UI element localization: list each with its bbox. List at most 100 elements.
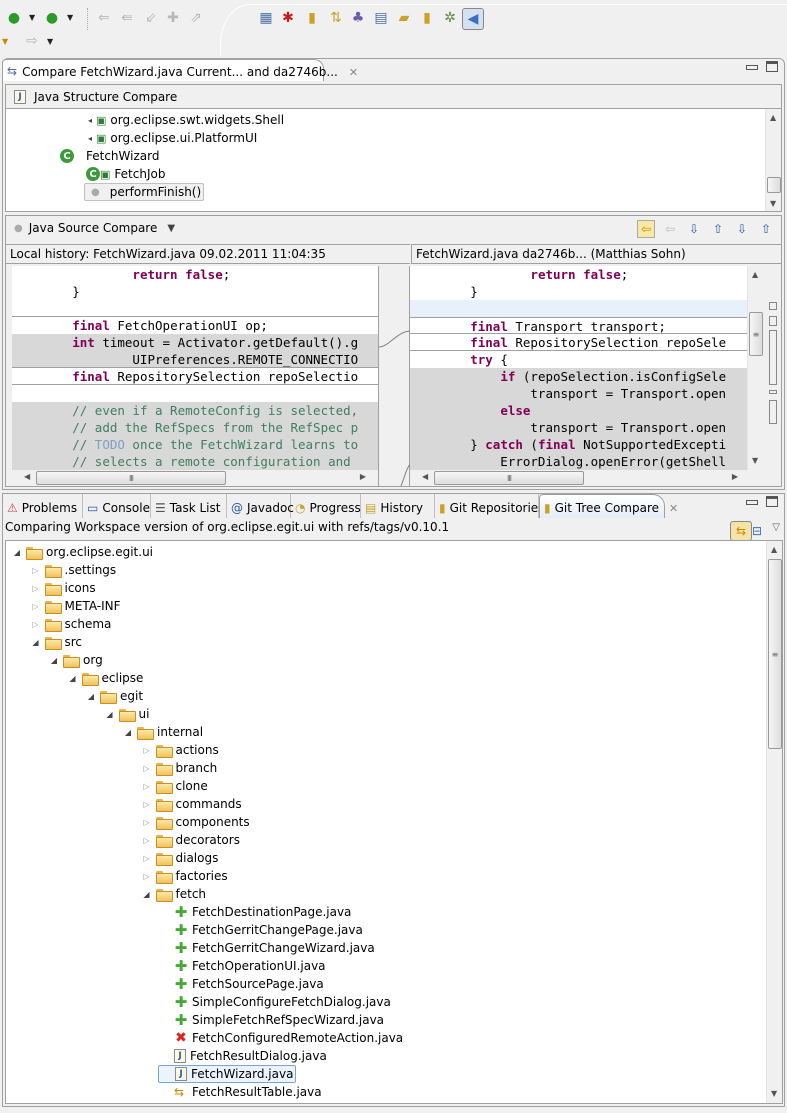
tree-item[interactable]: ◢ egit <box>86 687 143 705</box>
maximize-button[interactable] <box>766 496 778 507</box>
scroll-left-arrow[interactable]: ◀ <box>24 472 30 481</box>
tree-item[interactable]: ✚ SimpleConfigureFetchDialog.java <box>160 993 391 1011</box>
tree-item[interactable]: J FetchResultDialog.java <box>160 1047 327 1065</box>
perspective-resource[interactable]: ▤ <box>371 8 391 28</box>
chevron-down-icon[interactable]: ▼ <box>167 223 175 234</box>
minimize-button[interactable] <box>746 65 758 70</box>
tree-item[interactable]: ▷ decorators <box>142 831 240 849</box>
next-difference-button[interactable]: ⇩ <box>685 220 703 238</box>
editor-tab[interactable]: ⇆ Compare FetchWizard.java Current... an… <box>2 59 358 81</box>
run-dropdown[interactable]: ▼ <box>29 13 37 22</box>
scroll-right-arrow[interactable]: ▶ <box>360 472 366 481</box>
tree-item[interactable]: ▷ META-INF <box>31 597 121 615</box>
collapsed-twisty-icon[interactable]: ▷ <box>142 746 152 755</box>
tab-javadoc[interactable]: @ Javadoc <box>227 494 294 518</box>
tree-item[interactable]: ▷ icons <box>31 579 96 597</box>
prev-change-button[interactable]: ⇧ <box>757 220 775 238</box>
perspective-debug[interactable]: ✱ <box>278 8 298 28</box>
collapsed-twisty-icon[interactable]: ▷ <box>142 764 152 773</box>
scroll-down-arrow[interactable]: ▼ <box>770 199 776 208</box>
perspective-new[interactable]: ▦ <box>256 8 276 28</box>
expanded-twisty-icon[interactable]: ◢ <box>123 728 133 737</box>
tab-task-list[interactable]: ☰ Task List <box>151 494 227 518</box>
collapsed-twisty-icon[interactable]: ▷ <box>31 566 41 575</box>
overview-marker[interactable] <box>769 390 777 394</box>
collapsed-twisty-icon[interactable]: ▷ <box>142 782 152 791</box>
nav-forward-dropdown[interactable]: ▼ <box>47 37 55 46</box>
collapsed-twisty-icon[interactable]: ▷ <box>31 620 41 629</box>
tree-item[interactable]: ▷ .settings <box>31 561 116 579</box>
tree-item[interactable]: ▷ clone <box>142 777 208 795</box>
tab-progress[interactable]: ◔ Progress <box>291 494 361 518</box>
tree-item[interactable]: ✚ FetchGerritChangeWizard.java <box>160 939 375 957</box>
nav-forward-button[interactable]: ⇨ <box>22 31 42 51</box>
tree-item[interactable]: ◢ ui <box>105 705 149 723</box>
copy-left-button[interactable]: ⇦ <box>637 220 655 238</box>
expanded-twisty-icon[interactable]: ◢ <box>142 890 152 899</box>
perspective-compare-active[interactable]: ◀ <box>462 8 484 30</box>
scroll-down-arrow[interactable]: ▼ <box>752 456 758 465</box>
tree-item[interactable]: ◢ org.eclipse.egit.ui <box>12 543 153 561</box>
tree-item[interactable]: ◢ org <box>49 651 103 669</box>
scroll-right-arrow[interactable]: ▶ <box>732 472 738 481</box>
tree-item[interactable]: ◢ src <box>31 633 82 651</box>
collapse-all-button[interactable]: ⊟ <box>752 524 764 538</box>
tab-git-repositories[interactable]: ▮ Git Repositories <box>435 494 544 518</box>
tab-git-tree-compare[interactable]: ▮ Git Tree Compare ✕ <box>539 494 678 518</box>
copy-current-left-button[interactable]: ⇦ <box>661 220 679 238</box>
scroll-thumb[interactable]: ≡ <box>768 559 782 749</box>
scroll-left-arrow[interactable]: ◀ <box>422 472 428 481</box>
collapsed-twisty-icon[interactable]: ▷ <box>31 602 41 611</box>
compare-mode-toggle-button[interactable]: ⇆ <box>730 521 752 541</box>
perspective-plugin-dev[interactable]: ♣ <box>348 8 368 28</box>
tree-item[interactable]: ▷ factories <box>142 867 228 885</box>
scroll-thumb[interactable]: ≡ <box>749 312 763 356</box>
collapsed-twisty-icon[interactable]: ▷ <box>142 800 152 809</box>
disabled-tool-4[interactable]: ✚ <box>163 8 183 28</box>
tree-item[interactable]: ▷ dialogs <box>142 849 218 867</box>
run-button[interactable]: ● <box>4 8 24 28</box>
scroll-up-arrow[interactable]: ▲ <box>752 270 758 279</box>
right-vscrollbar[interactable]: ▲ ≡ ▼ <box>747 266 763 470</box>
tree-item[interactable]: ✖ FetchConfiguredRemoteAction.java <box>160 1029 403 1047</box>
next-change-button[interactable]: ⇩ <box>733 220 751 238</box>
tree-item[interactable]: ✚ SimpleFetchRefSpecWizard.java <box>160 1011 384 1029</box>
expanded-twisty-icon[interactable]: ◢ <box>68 674 78 683</box>
tree-item[interactable]: ◢ fetch <box>142 885 206 903</box>
scroll-down-arrow[interactable]: ▼ <box>771 1089 777 1098</box>
overview-marker[interactable] <box>769 400 777 424</box>
expanded-twisty-icon[interactable]: ◢ <box>49 656 59 665</box>
external-tools-dropdown[interactable]: ▼ <box>67 13 75 22</box>
tree-item[interactable]: ⇆ FetchResultTable.java <box>160 1083 322 1101</box>
tree-item[interactable]: ✚ FetchGerritChangePage.java <box>160 921 363 939</box>
structure-item-class[interactable]: C FetchWizard <box>60 147 159 165</box>
structure-item-import-platformui[interactable]: ◂ ▣ org.eclipse.ui.PlatformUI <box>88 129 257 147</box>
perspective-cvs[interactable]: ▮ <box>417 8 437 28</box>
prev-difference-button[interactable]: ⇧ <box>709 220 727 238</box>
overview-marker[interactable] <box>769 302 777 310</box>
tree-item[interactable]: ▷ commands <box>142 795 242 813</box>
collapsed-twisty-icon[interactable]: ▷ <box>142 818 152 827</box>
tree-item[interactable]: ▷ branch <box>142 759 217 777</box>
tree-item[interactable]: ✚ FetchDestinationPage.java <box>160 903 352 921</box>
structure-vscrollbar[interactable]: ▲ ▼ <box>765 109 781 211</box>
expanded-twisty-icon[interactable]: ◢ <box>86 692 96 701</box>
expanded-twisty-icon[interactable]: ◢ <box>105 710 115 719</box>
collapsed-twisty-icon[interactable]: ▷ <box>31 584 41 593</box>
disabled-tool-5[interactable]: ⇗ <box>186 8 206 28</box>
external-tools-button[interactable]: ● <box>42 8 62 28</box>
tree-vscrollbar[interactable]: ▲ ≡ ▼ <box>766 541 782 1103</box>
disabled-tool-2[interactable]: ⇚ <box>117 8 137 28</box>
structure-item-import-shell[interactable]: ◂ ▣ org.eclipse.swt.widgets.Shell <box>88 111 284 129</box>
perspective-git[interactable]: ▮ <box>302 8 322 28</box>
collapsed-twisty-icon[interactable]: ▷ <box>142 872 152 881</box>
scroll-thumb[interactable]: III <box>434 471 584 485</box>
collapsed-twisty-icon[interactable]: ▷ <box>142 854 152 863</box>
git-compare-tree[interactable]: ◢ org.eclipse.egit.ui ▷ .settings ▷ icons ▷ MET… <box>5 540 783 1104</box>
tree-item[interactable]: ▷ components <box>142 813 250 831</box>
disabled-tool-1[interactable]: ⇐ <box>94 8 114 28</box>
nav-back-dropdown[interactable]: ▼ <box>2 37 10 46</box>
view-menu-button[interactable]: ▽ <box>772 522 780 533</box>
expanded-twisty-icon[interactable]: ◢ <box>12 548 22 557</box>
scroll-thumb[interactable]: III <box>36 471 226 485</box>
